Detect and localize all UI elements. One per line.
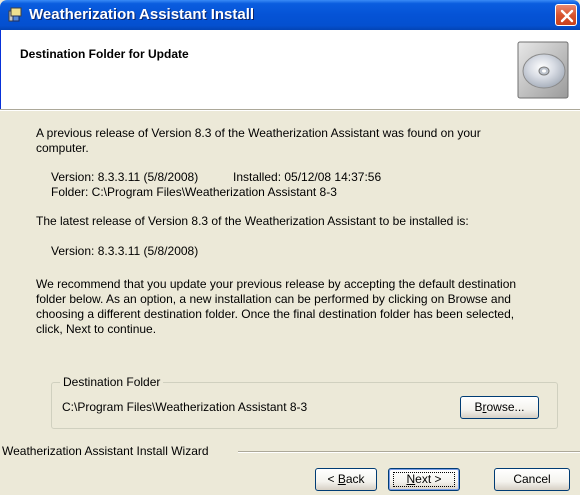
latest-release-text: The latest release of Version 8.3 of the… <box>36 214 469 228</box>
back-label-post: ack <box>345 472 365 486</box>
wizard-label: Weatherization Assistant Install Wizard <box>2 444 209 458</box>
previous-folder: Folder: C:\Program Files\Weatherization … <box>51 185 337 199</box>
browse-label-pre: B <box>474 400 483 414</box>
back-label-pre: < <box>327 472 338 486</box>
destination-folder-label: Destination Folder <box>60 376 164 388</box>
browse-label-post: owse... <box>486 400 525 414</box>
recommendation-text-3: choosing a different destination folder.… <box>36 307 515 321</box>
focus-rectangle <box>393 472 455 487</box>
close-icon <box>560 9 574 23</box>
previous-release-text-1: A previous release of Version 8.3 of the… <box>36 126 481 140</box>
page-header: Destination Folder for Update <box>0 30 580 109</box>
next-button[interactable]: Next > <box>388 468 460 491</box>
previous-version: Version: 8.3.3.11 (5/8/2008) <box>51 170 199 184</box>
previous-release-text-2: computer. <box>36 141 89 155</box>
new-version: Version: 8.3.3.11 (5/8/2008) <box>51 244 199 258</box>
back-button[interactable]: < Back <box>315 468 377 491</box>
title-bar[interactable]: Weatherization Assistant Install <box>0 0 580 30</box>
installer-window: Weatherization Assistant Install Destina… <box>0 0 580 495</box>
cancel-button[interactable]: Cancel <box>494 468 570 491</box>
browse-button[interactable]: Browse... <box>460 396 539 419</box>
header-divider <box>0 109 580 111</box>
previous-installed-date: Installed: 05/12/08 14:37:56 <box>233 170 382 184</box>
page-title: Destination Folder for Update <box>20 47 189 61</box>
recommendation-text-4: click, Next to continue. <box>36 322 157 336</box>
back-label-mnemonic: B <box>337 472 346 486</box>
destination-path: C:\Program Files\Weatherization Assistan… <box>62 400 308 414</box>
installer-icon <box>8 7 22 22</box>
recommendation-text-2: folder below. As an option, a new instal… <box>36 292 511 306</box>
recommendation-text-1: We recommend that you update your previo… <box>36 277 517 291</box>
close-button[interactable] <box>555 4 577 26</box>
window-title: Weatherization Assistant Install <box>29 6 255 23</box>
wizard-divider <box>238 451 580 453</box>
cd-disc-icon <box>517 41 569 99</box>
